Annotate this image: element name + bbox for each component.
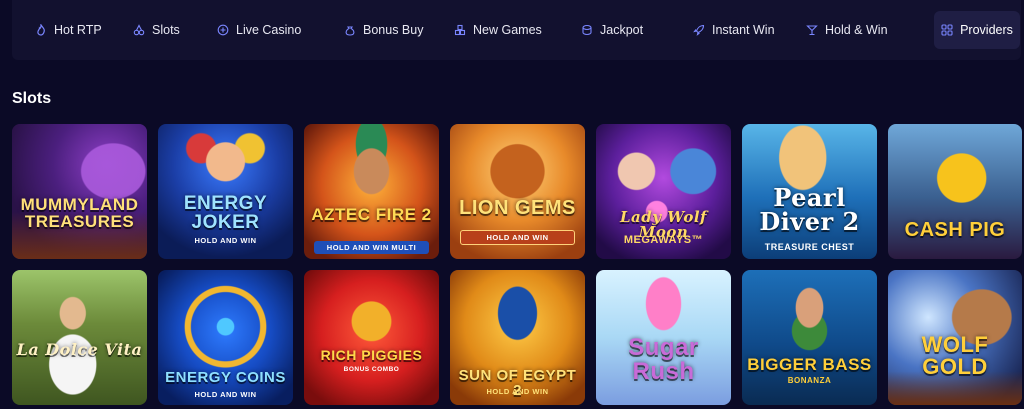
nav-item-jackpot[interactable]: Jackpot	[581, 18, 643, 42]
game-title: AZTEC FIRE 2	[311, 205, 432, 224]
nav-label: Bonus Buy	[363, 23, 424, 37]
game-subtitle: MEGAWAYS™	[623, 234, 704, 246]
nav-label: New Games	[473, 23, 542, 37]
game-subtitle: HOLD AND WIN MULTI	[314, 241, 429, 254]
game-tile-aztec-fire-2[interactable]: AZTEC FIRE 2 HOLD AND WIN MULTI	[304, 124, 439, 259]
money-bag-icon	[344, 24, 356, 36]
game-tile-lady-wolf-moon[interactable]: Lady Wolf Moon MEGAWAYS™	[596, 124, 731, 259]
category-nav-bar: Hot RTP Slots Live Casino Bonus Buy New …	[12, 0, 1021, 60]
game-title: Sugar Rush	[628, 334, 699, 385]
live-dealer-icon	[217, 24, 229, 36]
flame-icon	[35, 24, 47, 36]
game-tile-energy-joker[interactable]: ENERGY JOKER HOLD AND WIN	[158, 124, 293, 259]
game-title: LION GEMS	[459, 197, 576, 219]
nav-label: Slots	[152, 23, 180, 37]
game-tile-bigger-bass-bonanza[interactable]: BIGGER BASS BONANZA	[742, 270, 877, 405]
nav-item-live-casino[interactable]: Live Casino	[217, 18, 301, 42]
game-tile-la-dolce-vita[interactable]: La Dolce Vita	[12, 270, 147, 405]
game-subtitle: HOLD AND WIN	[194, 390, 257, 399]
game-title: ENERGY COINS	[165, 369, 286, 386]
game-title: ENERGY JOKER	[183, 193, 268, 233]
cherries-icon	[133, 24, 145, 36]
game-subtitle: BONANZA	[787, 376, 832, 385]
nav-item-hold-and-win[interactable]: Hold & Win	[806, 18, 888, 42]
cocktail-icon	[806, 24, 818, 36]
game-subtitle: HOLD AND WIN	[460, 230, 575, 245]
game-tile-mummyland-treasures[interactable]: MUMMYLAND TREASURES	[12, 124, 147, 259]
game-subtitle: HOLD AND WIN	[486, 387, 549, 396]
game-title: RICH PIGGIES	[320, 347, 423, 363]
providers-label: Providers	[960, 23, 1013, 37]
game-title: Pearl Diver 2	[759, 183, 860, 236]
coins-icon	[581, 24, 593, 36]
game-title: La Dolce Vita	[16, 340, 143, 359]
game-tile-cash-pig[interactable]: CASH PIG	[888, 124, 1022, 259]
nav-label: Instant Win	[712, 23, 775, 37]
nav-label: Live Casino	[236, 23, 302, 37]
game-tile-rich-piggies[interactable]: RICH PIGGIES BONUS COMBO	[304, 270, 439, 405]
nav-item-new-games[interactable]: New Games	[454, 18, 542, 42]
game-tile-wolf-gold[interactable]: WOLF GOLD	[888, 270, 1022, 405]
game-tile-lion-gems[interactable]: LION GEMS HOLD AND WIN	[450, 124, 585, 259]
providers-button[interactable]: Providers	[934, 11, 1020, 49]
nav-label: Hold & Win	[825, 23, 888, 37]
nav-label: Hot RTP	[54, 23, 102, 37]
nav-item-hot-rtp[interactable]: Hot RTP	[35, 18, 102, 42]
nav-item-bonus-buy[interactable]: Bonus Buy	[344, 18, 423, 42]
section-title: Slots	[12, 90, 52, 107]
game-tile-pearl-diver-2[interactable]: Pearl Diver 2 TREASURE CHEST	[742, 124, 877, 259]
game-subtitle: BONUS COMBO	[343, 366, 400, 373]
game-tile-sun-of-egypt-2[interactable]: SUN OF EGYPT 2 HOLD AND WIN	[450, 270, 585, 405]
game-title: CASH PIG	[904, 219, 1006, 241]
nav-item-slots[interactable]: Slots	[133, 18, 180, 42]
nav-item-instant-win[interactable]: Instant Win	[693, 18, 775, 42]
game-tile-sugar-rush[interactable]: Sugar Rush	[596, 270, 731, 405]
rocket-icon	[693, 24, 705, 36]
grid-icon	[941, 24, 953, 36]
game-subtitle: TREASURE CHEST	[764, 242, 855, 252]
game-title: WOLF GOLD	[921, 332, 989, 379]
game-title: BIGGER BASS	[747, 355, 872, 374]
boxes-icon	[454, 24, 466, 36]
nav-label: Jackpot	[600, 23, 644, 37]
game-title: MUMMYLAND TREASURES	[20, 195, 139, 231]
game-tile-energy-coins[interactable]: ENERGY COINS HOLD AND WIN	[158, 270, 293, 405]
game-subtitle: HOLD AND WIN	[194, 236, 257, 245]
